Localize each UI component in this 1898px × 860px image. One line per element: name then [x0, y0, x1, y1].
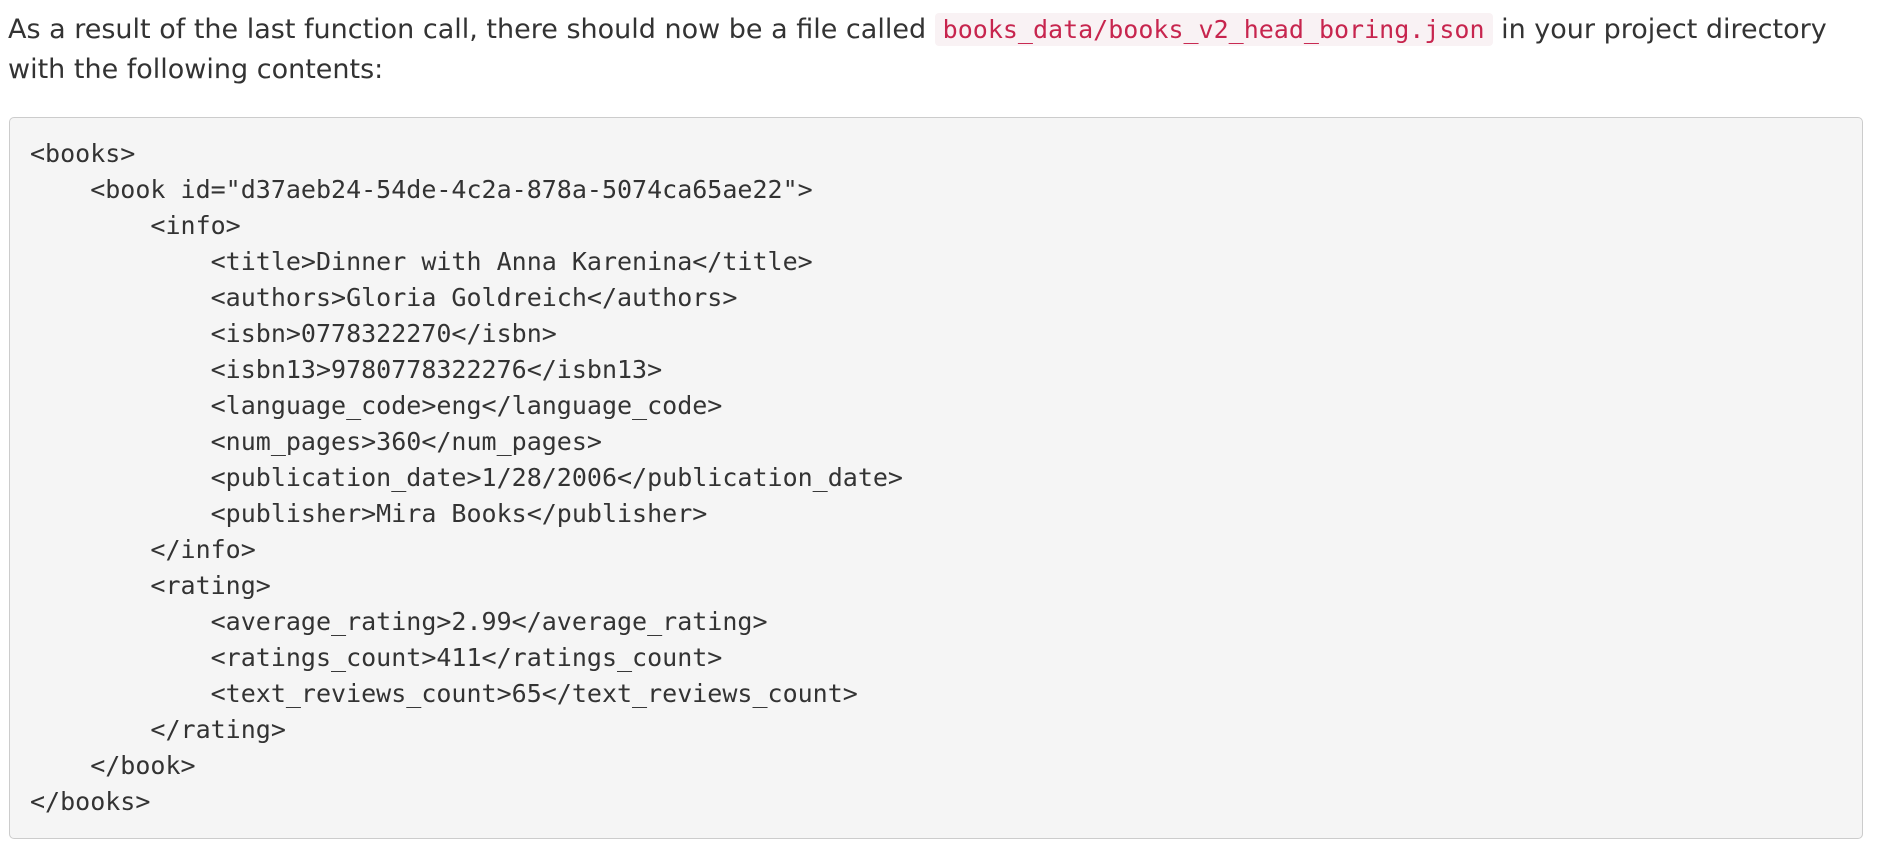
- code-line: <isbn>0778322270</isbn>: [30, 319, 557, 348]
- code-line: <book id="d37aeb24-54de-4c2a-878a-5074ca…: [30, 175, 813, 204]
- code-line: </rating>: [30, 715, 286, 744]
- code-line: <books>: [30, 139, 136, 168]
- code-line: </info>: [30, 535, 256, 564]
- code-line: <title>Dinner with Anna Karenina</title>: [30, 247, 813, 276]
- code-line: <isbn13>9780778322276</isbn13>: [30, 355, 663, 384]
- code-line: <publication_date>1/28/2006</publication…: [30, 463, 903, 492]
- filename-inline-code: books_data/books_v2_head_boring.json: [934, 13, 1493, 46]
- code-line: <info>: [30, 211, 241, 240]
- code-line: <publisher>Mira Books</publisher>: [30, 499, 708, 528]
- code-line: <ratings_count>411</ratings_count>: [30, 643, 723, 672]
- code-line: </book>: [30, 751, 196, 780]
- code-line: <authors>Gloria Goldreich</authors>: [30, 283, 738, 312]
- intro-paragraph: As a result of the last function call, t…: [8, 10, 1888, 90]
- code-line: <text_reviews_count>65</text_reviews_cou…: [30, 679, 858, 708]
- xml-code-block: <books> <book id="d37aeb24-54de-4c2a-878…: [9, 117, 1863, 839]
- intro-text-before: As a result of the last function call, t…: [8, 14, 935, 45]
- code-line: <language_code>eng</language_code>: [30, 391, 723, 420]
- code-line: <average_rating>2.99</average_rating>: [30, 607, 768, 636]
- code-line: <num_pages>360</num_pages>: [30, 427, 602, 456]
- code-line: </books>: [30, 787, 151, 816]
- code-line: <rating>: [30, 571, 271, 600]
